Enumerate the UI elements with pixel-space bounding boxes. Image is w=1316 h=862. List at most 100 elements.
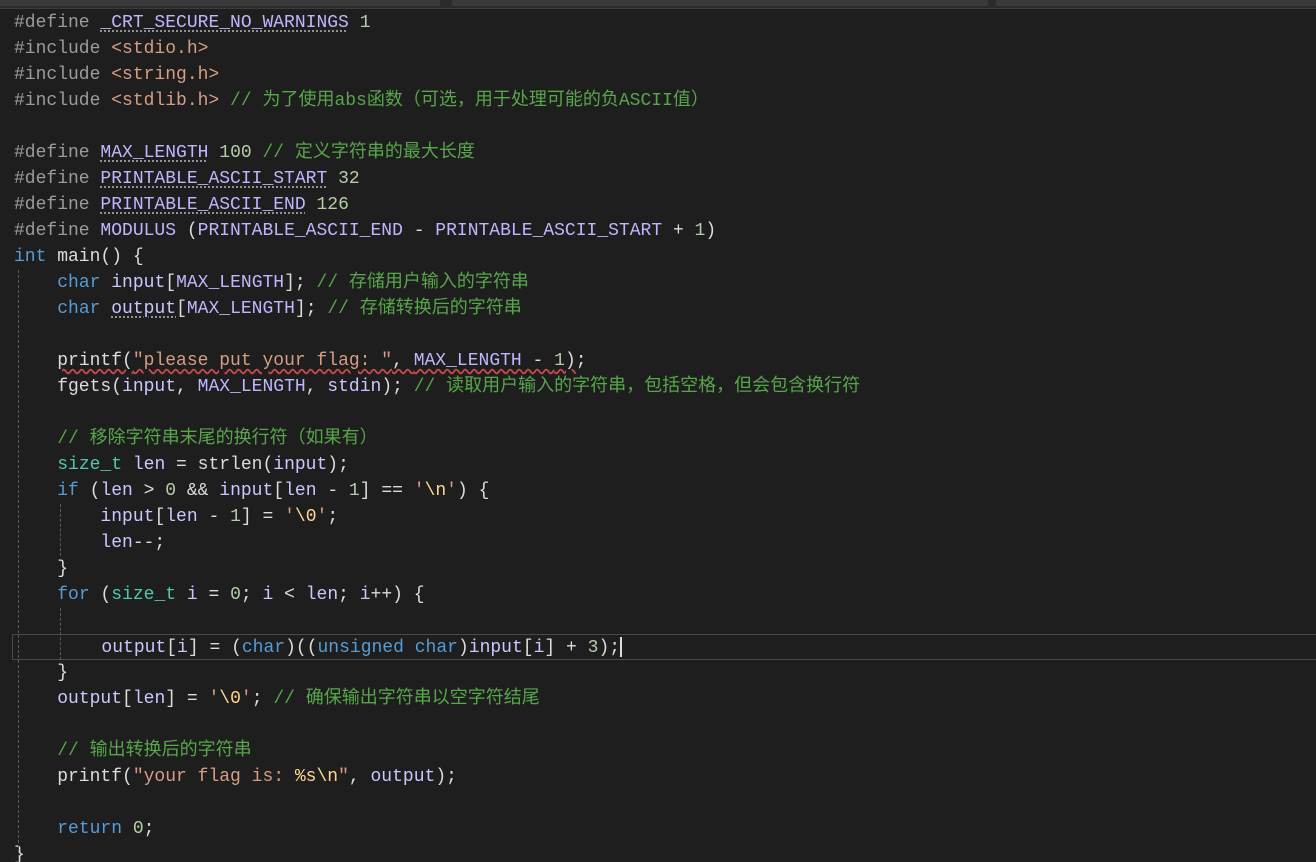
code-line[interactable] [0,790,1316,816]
code-line[interactable] [0,322,1316,348]
code-token: - [521,351,555,371]
code-line[interactable]: #define MAX_LENGTH 100 // 定义字符串的最大长度 [0,140,1316,166]
code-token: ]; [294,299,328,319]
code-line[interactable]: for (size_t i = 0; i < len; i++) { [0,582,1316,608]
code-line-text: printf("please put your flag: ", MAX_LEN… [14,348,587,374]
code-line[interactable]: input[len - 1] = '\0'; [0,504,1316,530]
code-line[interactable]: fgets(input, MAX_LENGTH, stdin); // 读取用户… [0,374,1316,400]
code-token: output [101,638,167,658]
code-line[interactable]: } [0,660,1316,686]
code-token: 1 [554,351,565,371]
code-line-text: output[i] = (char)((unsigned char)input[… [15,635,623,661]
code-token: len [305,585,339,605]
code-token: 0 [165,481,177,501]
code-token: = [197,585,231,605]
code-line[interactable]: int main() { [0,244,1316,270]
code-line[interactable]: output[len] = '\0'; // 确保输出字符串以空字符结尾 [0,686,1316,712]
code-token: return [57,819,123,839]
current-code-line[interactable]: output[i] = (char)((unsigned char)input[… [12,634,1316,660]
code-line[interactable]: #define _CRT_SECURE_NO_WARNINGS 1 [0,10,1316,36]
code-line[interactable]: } [0,842,1316,862]
code-line-text: // 输出转换后的字符串 [14,738,251,764]
code-token: len [132,455,166,475]
code-line[interactable]: printf("your flag is: %s\n", output); [0,764,1316,790]
code-token: [ [273,481,285,501]
code-token: , [305,377,328,397]
code-line[interactable]: return 0; [0,816,1316,842]
code-token: ] = ( [187,638,242,658]
code-token: main() { [46,247,144,267]
code-token: MAX_LENGTH [100,143,209,163]
code-token: ) { [456,481,490,501]
code-token: 1 [230,507,241,527]
code-token: input [111,273,166,293]
code-token: 0 [132,819,144,839]
code-token: // 存储用户输入的字符串 [316,273,529,293]
code-line[interactable]: char input[MAX_LENGTH]; // 存储用户输入的字符串 [0,270,1316,296]
code-line-text: #include <stdio.h> [14,36,208,62]
code-token: , [392,351,414,371]
code-token: - [197,507,231,527]
code-line-text: #define PRINTABLE_ASCII_END 126 [14,192,349,218]
code-line[interactable]: #include <string.h> [0,62,1316,88]
code-token: MAX_LENGTH [197,377,306,397]
code-token: } [14,559,69,579]
code-token: ' [413,481,425,501]
code-line[interactable]: printf("please put your flag: ", MAX_LEN… [0,348,1316,374]
code-line-text: #include <stdlib.h> // 为了使用abs函数（可选，用于处理… [14,88,709,114]
code-token: PRINTABLE_ASCII_END [100,195,306,215]
code-line[interactable]: #define PRINTABLE_ASCII_START 32 [0,166,1316,192]
code-line[interactable]: } [0,556,1316,582]
code-line[interactable]: len--; [0,530,1316,556]
code-token: ; [575,351,587,371]
code-token: ; [240,585,263,605]
code-line[interactable]: size_t len = strlen(input); [0,452,1316,478]
code-token: ); [327,455,349,475]
code-token: i [533,638,545,658]
code-token: && [176,481,220,501]
code-editor[interactable]: #define _CRT_SECURE_NO_WARNINGS 1 #includ… [0,0,1316,862]
code-token: // 移除字符串末尾的换行符（如果有） [57,429,378,449]
code-line[interactable]: // 输出转换后的字符串 [0,738,1316,764]
code-token: ( [78,481,101,501]
code-line[interactable] [0,712,1316,738]
code-token: ) [705,221,717,241]
code-token: len [100,533,133,553]
code-token: ; [327,507,339,527]
code-line[interactable] [0,400,1316,426]
code-token: [ [522,638,534,658]
editor-tab[interactable] [0,0,440,6]
code-token: unsigned [317,638,404,658]
code-token: printf( [57,351,133,371]
code-line[interactable]: #define PRINTABLE_ASCII_END 126 [0,192,1316,218]
code-line[interactable]: #include <stdio.h> [0,36,1316,62]
code-line-text: #define MAX_LENGTH 100 // 定义字符串的最大长度 [14,140,475,166]
code-line[interactable] [0,114,1316,140]
code-token: , [348,767,371,787]
editor-tab[interactable] [452,0,988,6]
editor-tab[interactable] [996,0,1316,6]
code-token: char [414,638,458,658]
code-line[interactable]: #define MODULUS (PRINTABLE_ASCII_END - P… [0,218,1316,244]
code-line-text: char input[MAX_LENGTH]; // 存储用户输入的字符串 [14,270,529,296]
code-token: output [370,767,436,787]
code-line[interactable]: char output[MAX_LENGTH]; // 存储转换后的字符串 [0,296,1316,322]
code-token: - [402,221,436,241]
code-line-text: return 0; [14,816,154,842]
code-line[interactable]: // 移除字符串末尾的换行符（如果有） [0,426,1316,452]
code-line[interactable] [0,608,1316,634]
code-token: 1 [348,481,360,501]
code-line[interactable]: if (len > 0 && input[len - 1] == '\n') { [0,478,1316,504]
code-line[interactable]: #include <stdlib.h> // 为了使用abs函数（可选，用于处理… [0,88,1316,114]
code-token: + [662,221,695,241]
code-token: 1 [359,13,371,33]
code-text-area[interactable]: #define _CRT_SECURE_NO_WARNINGS 1 #includ… [0,10,1316,862]
code-token: #define [14,13,101,33]
